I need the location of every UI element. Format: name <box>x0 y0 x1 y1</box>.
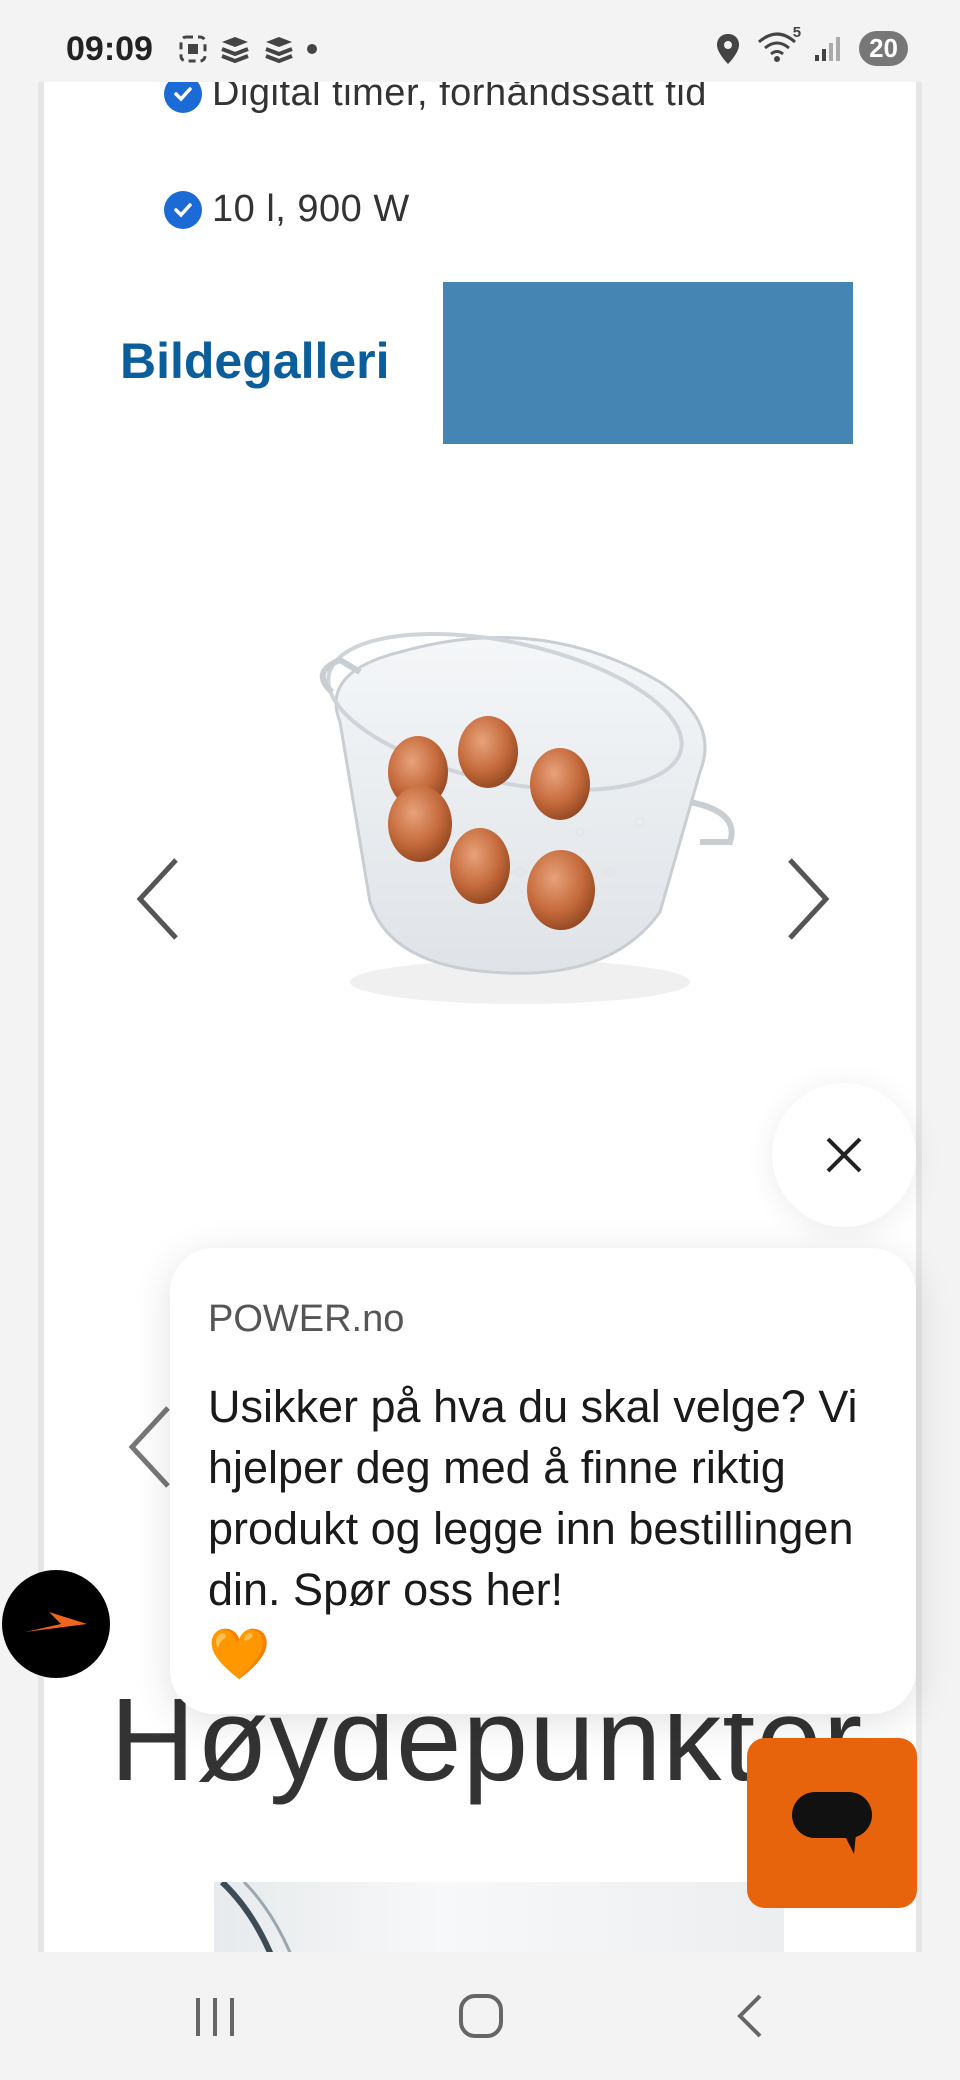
home-icon[interactable] <box>456 1992 506 2040</box>
feature-item: Digital timer, forhåndssatt tid <box>164 82 707 115</box>
chat-message: Usikker på hva du skal velge? Vi hjelper… <box>208 1376 898 1686</box>
status-bar: 09:09 5 20 <box>0 0 960 82</box>
status-system-icons: 5 20 <box>715 24 908 67</box>
check-badge-icon <box>164 82 202 113</box>
chat-source-label: POWER.no <box>208 1298 405 1340</box>
chat-message-text: Usikker på hva du skal velge? Vi hjelper… <box>208 1381 858 1615</box>
back-icon[interactable] <box>730 1992 770 2040</box>
recent-apps-icon[interactable] <box>190 1992 240 2040</box>
close-icon <box>826 1137 862 1173</box>
signal-icon <box>815 36 841 61</box>
chevron-right-icon[interactable] <box>784 854 834 944</box>
status-notification-icons <box>178 34 318 64</box>
network-type-label: 5 <box>792 24 802 41</box>
screenshot-icon <box>179 35 207 63</box>
chat-launcher-button[interactable] <box>747 1738 917 1908</box>
feature-item: 10 l, 900 W <box>164 188 410 231</box>
navigation-bar <box>0 1952 960 2080</box>
brand-avatar[interactable] <box>2 1570 110 1678</box>
page-edge <box>916 82 922 1952</box>
close-chat-button[interactable] <box>772 1083 916 1227</box>
chevron-left-icon[interactable] <box>124 1402 174 1492</box>
wifi-icon: 5 <box>757 24 801 67</box>
feature-text: 10 l, 900 W <box>212 188 410 230</box>
orange-heart-emoji: 🧡 <box>208 1626 271 1682</box>
status-time: 09:09 <box>66 30 153 68</box>
glass-detail-image <box>219 1882 292 1952</box>
location-icon <box>717 33 740 64</box>
app-stack-icon <box>221 37 249 64</box>
gallery-banner <box>443 282 853 444</box>
gallery-title: Bildegalleri <box>120 333 390 389</box>
dot-icon <box>307 44 317 54</box>
chevron-left-icon[interactable] <box>132 854 182 944</box>
feature-text: Digital timer, forhåndssatt tid <box>212 82 707 114</box>
egg-tray-image[interactable] <box>280 572 760 1032</box>
app-stack-icon <box>265 37 293 64</box>
check-badge-icon <box>164 190 202 229</box>
battery-indicator: 20 <box>859 31 908 66</box>
chat-bubble-icon <box>792 1792 872 1854</box>
chat-popup[interactable]: POWER.no Usikker på hva du skal velge? V… <box>170 1248 916 1714</box>
brand-logo-icon <box>25 1612 87 1632</box>
